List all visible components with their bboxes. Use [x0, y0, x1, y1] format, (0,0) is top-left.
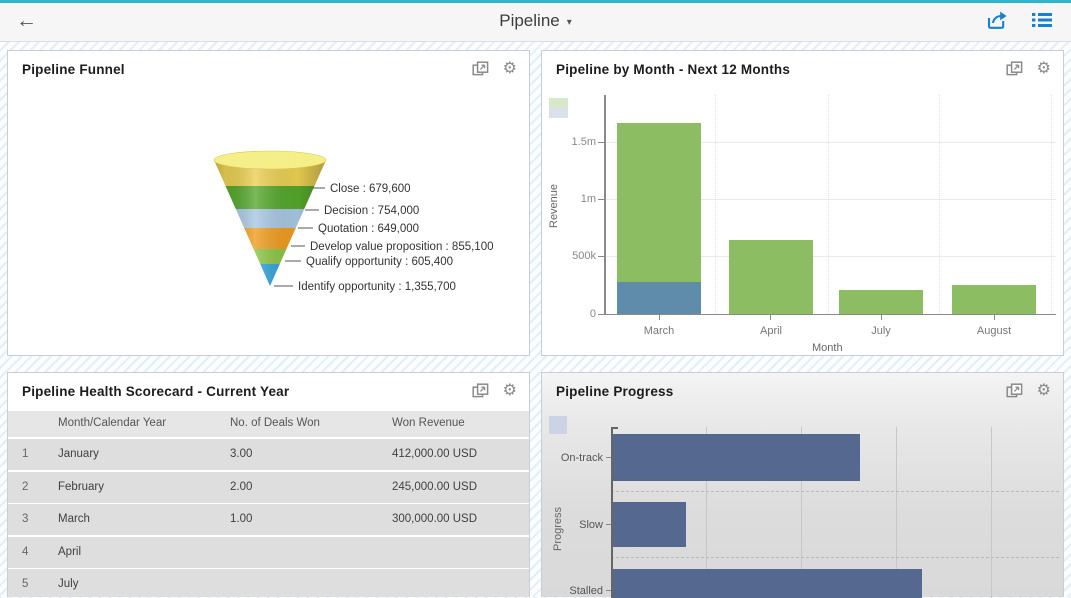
- panel-title: Pipeline Funnel: [22, 62, 125, 77]
- panel-pipeline-funnel: Pipeline Funnel ⚙ Close: 679,600 Decisi…: [7, 50, 530, 356]
- table-row[interactable]: 4 April: [8, 536, 529, 568]
- column-header-month: Month/Calendar Year: [58, 417, 167, 429]
- y-axis-title: Revenue: [548, 183, 560, 228]
- y-tick: [598, 142, 604, 143]
- panel-pipeline-by-month: Pipeline by Month - Next 12 Months ⚙ 0 5…: [541, 50, 1064, 356]
- funnel-label-qualify: Qualify opportunity : 605,400: [306, 256, 453, 268]
- cell-month: January: [58, 448, 99, 460]
- bar-july-upper-segment[interactable]: [839, 289, 923, 314]
- y-tick: [598, 199, 604, 200]
- panel-pipeline-progress: Pipeline Progress ⚙ On-track Slow Stalle…: [541, 372, 1064, 598]
- gear-icon[interactable]: ⚙: [1037, 382, 1051, 398]
- ytick-500k: 500k: [572, 250, 596, 262]
- x-axis: [604, 314, 1056, 315]
- table-row[interactable]: 3 March 1.00 300,000.00 USD: [8, 504, 529, 535]
- funnel-label-quotation: Quotation : 649,000: [318, 223, 419, 235]
- x-tick: [881, 315, 882, 320]
- y-tick: [598, 256, 604, 257]
- axis-top-tick: [611, 427, 618, 429]
- xtick-august: August: [976, 325, 1012, 337]
- y-tick: [598, 314, 604, 315]
- cell-month: March: [58, 513, 90, 525]
- dashboard-title-dropdown[interactable]: Pipeline ▾: [0, 0, 1071, 41]
- funnel-label-close: Close : 679,600: [330, 183, 411, 195]
- y-axis-title: Progress: [552, 506, 564, 551]
- table-row[interactable]: 5 July: [8, 569, 529, 597]
- ytick-1.5m: 1.5m: [571, 136, 596, 148]
- row-number: 5: [22, 578, 29, 590]
- x-tick: [659, 315, 660, 320]
- table-row[interactable]: 2 February 2.00 245,000.00 USD: [8, 471, 529, 503]
- row-number: 3: [22, 513, 29, 525]
- list-view-icon[interactable]: [1031, 11, 1053, 29]
- column-header-revenue: Won Revenue: [392, 417, 465, 429]
- y-tick: [606, 524, 611, 525]
- cell-month: April: [58, 545, 82, 558]
- funnel-label-develop: Develop value proposition : 855,100: [310, 241, 494, 253]
- panel-pipeline-health-scorecard: Pipeline Health Scorecard - Current Year…: [7, 372, 530, 597]
- gear-icon[interactable]: ⚙: [503, 60, 517, 76]
- cell-month: July: [58, 578, 79, 590]
- ytick-stalled: Stalled: [569, 585, 603, 597]
- x-axis-title: Month: [812, 342, 843, 354]
- xtick-april: April: [759, 325, 782, 337]
- legend-swatch[interactable]: [549, 416, 567, 434]
- funnel-label-identify: Identify opportunity : 1,355,700: [298, 281, 456, 293]
- ytick-on-track: On-track: [560, 452, 603, 464]
- cell-deals: 2.00: [230, 480, 253, 493]
- row-number: 2: [22, 480, 29, 493]
- page-title: Pipeline: [499, 10, 560, 30]
- share-icon[interactable]: [985, 10, 1009, 30]
- funnel-label-decision: Decision : 754,000: [324, 205, 419, 217]
- panel-title: Pipeline Health Scorecard - Current Year: [22, 384, 290, 399]
- cell-month: February: [58, 480, 105, 493]
- bar-slow[interactable]: [613, 502, 686, 547]
- y-axis: [604, 95, 606, 315]
- popup-icon[interactable]: [472, 60, 489, 76]
- bar-april-upper-segment[interactable]: [728, 239, 813, 314]
- row-number: 1: [22, 448, 29, 460]
- y-tick: [606, 590, 611, 591]
- x-tick: [770, 315, 771, 320]
- cell-revenue: 412,000.00 USD: [392, 448, 478, 460]
- x-tick: [994, 315, 995, 320]
- popup-icon[interactable]: [1006, 382, 1023, 398]
- bar-on-track[interactable]: [613, 434, 860, 481]
- gear-icon[interactable]: ⚙: [1037, 60, 1051, 76]
- xtick-july: July: [871, 325, 891, 337]
- topbar: ← Pipeline ▾: [0, 0, 1071, 42]
- panel-title: Pipeline by Month - Next 12 Months: [556, 62, 791, 77]
- bar-march-lower-segment[interactable]: [617, 281, 701, 314]
- bar-stalled[interactable]: [613, 569, 923, 598]
- funnel-chart[interactable]: Close : 679,600 Decision : 754,000 Quota…: [8, 81, 529, 351]
- table-row[interactable]: 1 January 3.00 412,000.00 USD: [8, 439, 529, 470]
- ytick-1m: 1m: [580, 193, 596, 205]
- bar-march-upper-segment[interactable]: [617, 122, 701, 282]
- table-header-row: Month/Calendar Year No. of Deals Won Won…: [8, 411, 529, 437]
- xtick-march: March: [643, 325, 675, 337]
- funnel-top-ellipse: [213, 150, 327, 170]
- legend-swatch-blue[interactable]: [549, 108, 568, 118]
- y-tick: [606, 457, 611, 458]
- cell-revenue: 300,000.00 USD: [392, 513, 478, 525]
- row-number: 4: [22, 545, 29, 558]
- ytick-0: 0: [589, 308, 596, 320]
- cell-deals: 1.00: [230, 513, 253, 525]
- column-header-deals: No. of Deals Won: [230, 417, 320, 429]
- popup-icon[interactable]: [1006, 60, 1023, 76]
- legend-swatch-green[interactable]: [549, 98, 568, 108]
- gear-icon[interactable]: ⚙: [503, 382, 517, 398]
- cell-deals: 3.00: [230, 448, 253, 460]
- chevron-down-icon: ▾: [566, 16, 572, 28]
- funnel-labels: Close : 679,600 Decision : 754,000 Quota…: [298, 183, 494, 293]
- bar-august-upper-segment[interactable]: [952, 285, 1036, 314]
- panel-title: Pipeline Progress: [556, 384, 674, 399]
- cell-revenue: 245,000.00 USD: [392, 480, 478, 493]
- popup-icon[interactable]: [472, 382, 489, 398]
